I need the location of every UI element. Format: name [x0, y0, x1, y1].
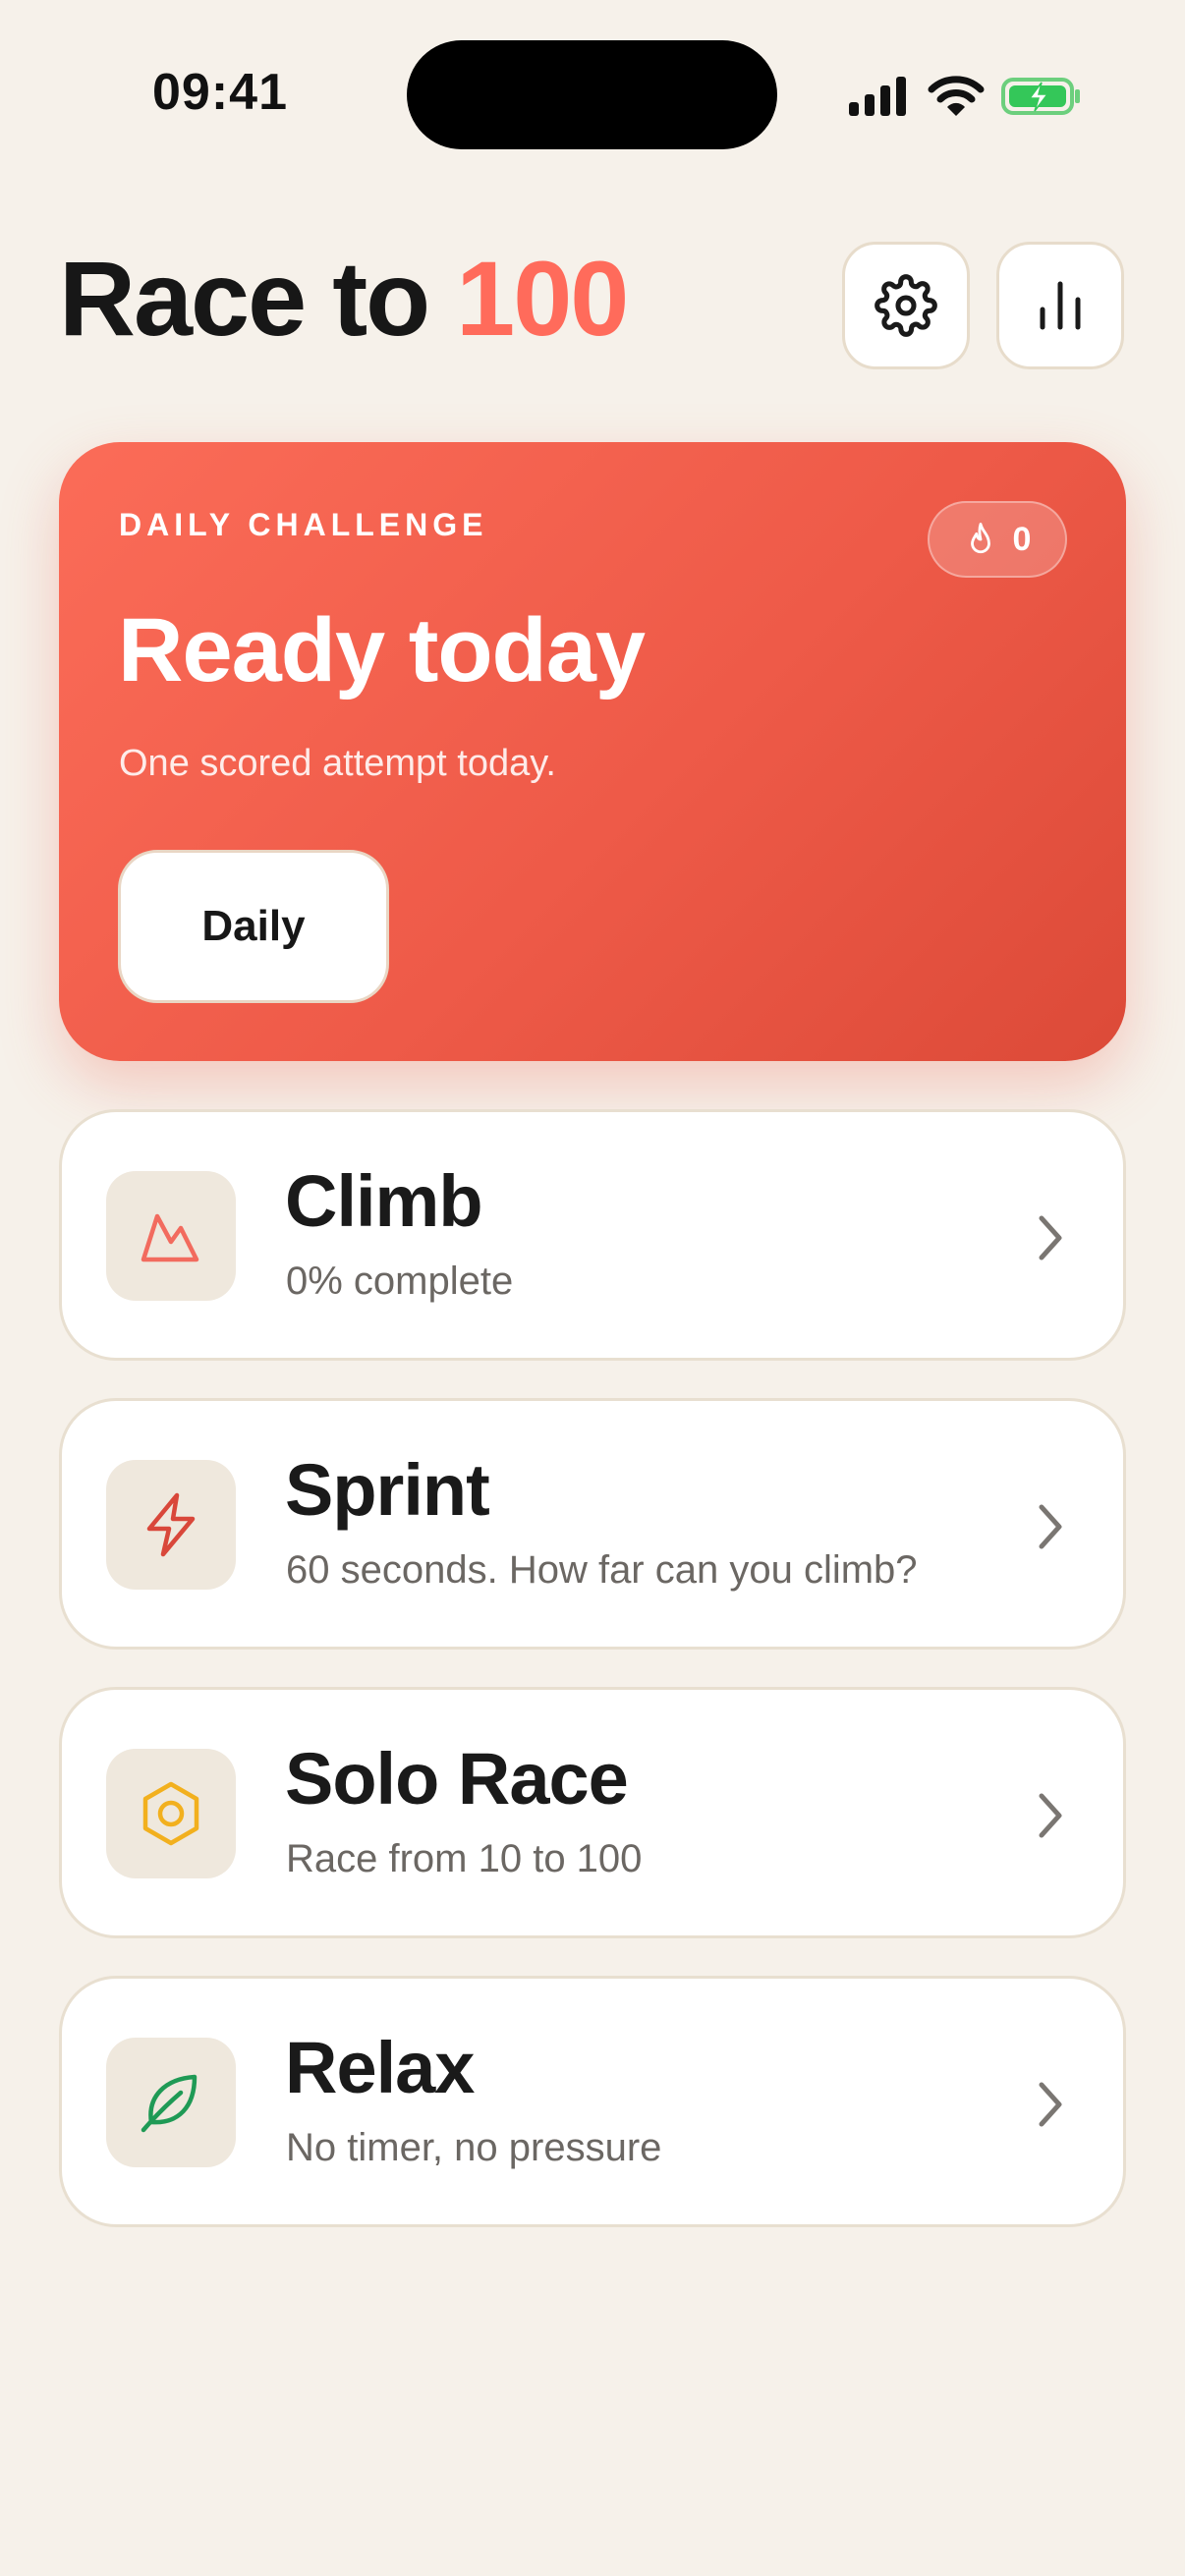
- battery-charging-icon: [1001, 78, 1080, 115]
- mode-subtitle-climb: 0% complete: [286, 1260, 514, 1303]
- bar-chart-icon: [1040, 281, 1081, 330]
- daily-subtitle: One scored attempt today.: [119, 743, 556, 784]
- mode-subtitle-solo-race: Race from 10 to 100: [286, 1837, 643, 1880]
- mode-subtitle-sprint: 60 seconds. How far can you climb?: [286, 1548, 918, 1592]
- mode-icon-box: [106, 2038, 236, 2167]
- page-title: Race to 100: [59, 246, 629, 352]
- chevron-right-icon: [1039, 1504, 1062, 1549]
- mode-icon-box: [106, 1171, 236, 1301]
- hexagon-icon: [142, 1781, 199, 1846]
- mode-title-sprint: Sprint: [285, 1449, 490, 1531]
- mode-title-solo-race: Solo Race: [285, 1738, 629, 1820]
- chevron-right-icon: [1039, 1793, 1062, 1838]
- title-main: Race to: [59, 239, 457, 358]
- streak-count: 0: [1012, 520, 1032, 558]
- leaf-icon: [141, 2074, 198, 2133]
- chevron-right-icon: [1039, 2082, 1062, 2127]
- status-icons: [847, 75, 1083, 118]
- mode-subtitle-relax: No timer, no pressure: [286, 2126, 662, 2169]
- status-bar: 09:41: [0, 0, 1185, 187]
- mode-card-relax[interactable]: Relax No timer, no pressure: [59, 1976, 1126, 2227]
- wifi-icon: [928, 76, 985, 116]
- daily-challenge-label: DAILY CHALLENGE: [119, 507, 488, 542]
- daily-button[interactable]: Daily: [118, 850, 389, 1003]
- lightning-icon: [146, 1492, 196, 1557]
- mountain-icon: [141, 1213, 199, 1262]
- mode-card-sprint[interactable]: Sprint 60 seconds. How far can you climb…: [59, 1398, 1126, 1650]
- gear-icon: [875, 274, 937, 337]
- mode-title-climb: Climb: [285, 1160, 483, 1242]
- title-accent: 100: [456, 239, 629, 358]
- dynamic-island: [407, 40, 777, 149]
- daily-challenge-card: DAILY CHALLENGE 0 Ready today One scored…: [59, 442, 1126, 1061]
- stats-button[interactable]: [996, 242, 1124, 369]
- chevron-right-icon: [1039, 1215, 1062, 1260]
- settings-button[interactable]: [842, 242, 970, 369]
- mode-icon-box: [106, 1749, 236, 1878]
- cellular-signal-icon: [849, 77, 906, 116]
- status-time: 09:41: [152, 64, 288, 121]
- streak-badge: 0: [928, 501, 1067, 578]
- daily-title: Ready today: [118, 600, 646, 700]
- mode-card-solo-race[interactable]: Solo Race Race from 10 to 100: [59, 1687, 1126, 1938]
- mode-icon-box: [106, 1460, 236, 1590]
- mode-title-relax: Relax: [285, 2027, 475, 2108]
- mode-card-climb[interactable]: Climb 0% complete: [59, 1109, 1126, 1361]
- flame-icon: [970, 523, 990, 554]
